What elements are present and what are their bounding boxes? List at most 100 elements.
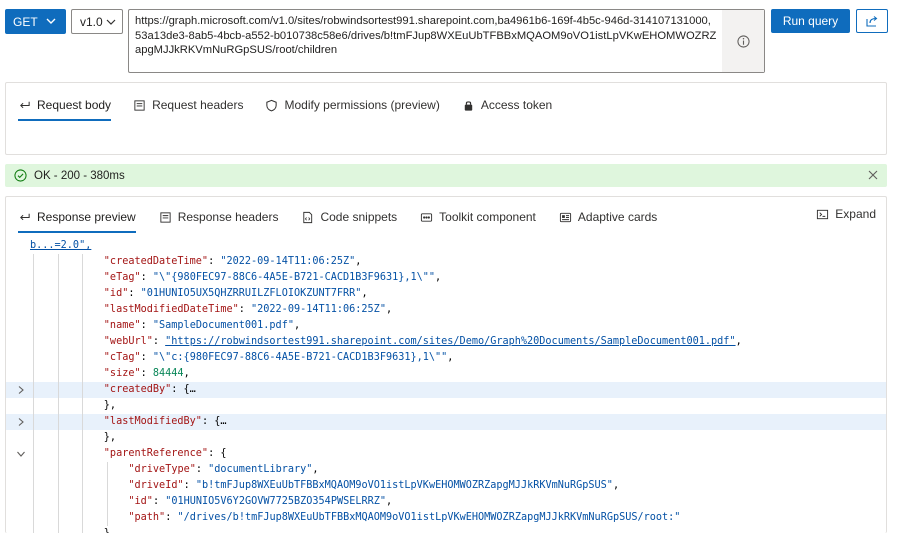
- json-line-text: },: [103, 432, 117, 443]
- chevron-right-icon[interactable]: [16, 417, 26, 427]
- json-colon: :: [165, 512, 178, 523]
- json-key: "parentReference": [103, 448, 209, 459]
- indent-guide: [82, 414, 84, 430]
- json-line-text: "driveId": "b!tmFJup8WXEuUbTFBBxMQAOM9oV…: [128, 478, 619, 494]
- json-line: "cTag": "\"c:{980FEC97-88C6-4A5E-B721-CA…: [6, 350, 886, 366]
- json-value: "/drives/b!tmFJup8WXEuUbTFBBxMQAOM9oVO1i…: [177, 512, 681, 523]
- indent-guide: [82, 334, 84, 350]
- json-value: "\"c:{980FEC97-88C6-4A5E-B721-CACD1B3F96…: [152, 352, 448, 363]
- indent-guide: [57, 494, 59, 510]
- indent-guide: [57, 414, 59, 430]
- tab-request-headers[interactable]: Request headers: [133, 91, 243, 119]
- json-value: "01HUNIO5UX5QHZRRUILZFLOIOKZUNT7FRR": [140, 288, 362, 299]
- query-url-input[interactable]: https://graph.microsoft.com/v1.0/sites/r…: [128, 9, 765, 73]
- json-key: "cTag": [103, 352, 141, 363]
- indent-guide: [57, 462, 59, 478]
- request-panel: Request body Request headers Modify perm…: [5, 82, 887, 155]
- run-query-button[interactable]: Run query: [771, 9, 850, 33]
- json-punctuation: ,: [361, 288, 368, 299]
- indent-guide: [57, 398, 59, 414]
- json-line-text: "cTag": "\"c:{980FEC97-88C6-4A5E-B721-CA…: [104, 350, 454, 366]
- json-punctuation: ,: [435, 272, 442, 283]
- indent-guide: [82, 398, 84, 414]
- tab-label: Code snippets: [320, 210, 398, 224]
- json-line-text: "lastModifiedBy": {…: [104, 414, 227, 430]
- indent-guide: [82, 510, 84, 526]
- json-key: "createdDateTime": [103, 256, 209, 267]
- query-url-text[interactable]: https://graph.microsoft.com/v1.0/sites/r…: [135, 14, 717, 58]
- indent-guide: [57, 334, 59, 350]
- indent-guide: [106, 494, 108, 510]
- share-button[interactable]: [856, 9, 888, 33]
- json-line-text: },: [104, 526, 116, 533]
- json-colon: :: [183, 480, 196, 491]
- json-punctuation: ,: [312, 464, 319, 475]
- http-method-label: GET: [13, 14, 38, 29]
- indent-guide: [57, 382, 59, 398]
- json-line: },: [6, 430, 886, 446]
- response-json-viewer[interactable]: b...=2.0", "createdDateTime": "2022-09-14…: [6, 238, 886, 533]
- chevron-right-icon[interactable]: [16, 385, 26, 395]
- tab-code-snippets[interactable]: Code snippets: [301, 203, 397, 231]
- json-line: "name": "SampleDocument001.pdf",: [6, 318, 886, 334]
- indent-guide: [57, 270, 59, 286]
- json-line: "size": 84444,: [6, 366, 886, 382]
- json-value[interactable]: {…: [184, 384, 196, 395]
- status-text: OK - 200 - 380ms: [34, 169, 125, 182]
- indent-guide: [82, 494, 84, 510]
- json-key: "createdBy": [103, 384, 172, 395]
- json-link[interactable]: "https://robwindsortest991.sharepoint.co…: [165, 336, 735, 347]
- json-line: "lastModifiedDateTime": "2022-09-14T11:0…: [6, 302, 886, 318]
- json-colon: :: [208, 448, 221, 459]
- expand-icon: [817, 209, 829, 219]
- json-colon: :: [140, 352, 153, 363]
- json-value: "2022-09-14T11:06:25Z": [220, 256, 356, 267]
- indent-guide: [33, 430, 34, 446]
- tab-label: Toolkit component: [439, 210, 536, 224]
- indent-guide: [33, 446, 34, 462]
- tab-request-body[interactable]: Request body: [18, 91, 112, 121]
- expand-button[interactable]: Expand: [816, 207, 876, 221]
- tab-response-headers[interactable]: Response headers: [159, 203, 278, 231]
- json-line-text: "parentReference": {: [104, 446, 227, 462]
- json-colon: :: [128, 288, 141, 299]
- share-icon: [866, 16, 878, 27]
- json-line-text: },: [103, 400, 117, 411]
- json-punctuation: ,: [183, 368, 190, 379]
- indent-guide: [57, 350, 59, 366]
- tab-modify-permissions[interactable]: Modify permissions (preview): [265, 91, 440, 119]
- api-version-label: v1.0: [80, 14, 103, 29]
- code-icon: [303, 211, 313, 223]
- json-punctuation: ,: [735, 336, 742, 347]
- json-value[interactable]: {: [220, 448, 226, 459]
- json-value[interactable]: {…: [214, 416, 226, 427]
- json-colon: :: [140, 272, 153, 283]
- json-colon: :: [140, 368, 153, 379]
- json-line-text: "createdBy": {…: [104, 382, 196, 398]
- success-check-icon: [14, 169, 27, 182]
- indent-guide: [82, 254, 84, 270]
- tab-adaptive-cards[interactable]: Adaptive cards: [559, 203, 657, 231]
- tab-toolkit-component[interactable]: Toolkit component: [420, 203, 536, 231]
- indent-guide: [82, 270, 84, 286]
- chevron-down-icon[interactable]: [16, 449, 26, 459]
- tab-label: Response preview: [37, 210, 136, 224]
- json-key: "size": [103, 368, 141, 379]
- json-line-text: "eTag": "\"{980FEC97-88C6-4A5E-B721-CACD…: [104, 270, 441, 286]
- tab-response-preview[interactable]: Response preview: [18, 203, 136, 233]
- json-colon: :: [152, 336, 166, 347]
- http-method-dropdown[interactable]: GET: [5, 9, 66, 34]
- indent-guide: [57, 366, 59, 382]
- indent-guide: [82, 382, 84, 398]
- close-icon[interactable]: [867, 169, 879, 181]
- indent-guide: [57, 254, 59, 270]
- tab-access-token[interactable]: Access token: [462, 91, 552, 119]
- json-line: b...=2.0",: [6, 238, 886, 254]
- arrow-return-icon: [20, 213, 30, 220]
- indent-guide: [33, 254, 34, 270]
- json-key: "webUrl": [103, 336, 153, 347]
- json-link[interactable]: b...=2.0",: [30, 240, 91, 251]
- url-info-button[interactable]: [722, 10, 764, 72]
- api-version-dropdown[interactable]: v1.0: [71, 9, 123, 34]
- tab-label: Adaptive cards: [577, 210, 658, 224]
